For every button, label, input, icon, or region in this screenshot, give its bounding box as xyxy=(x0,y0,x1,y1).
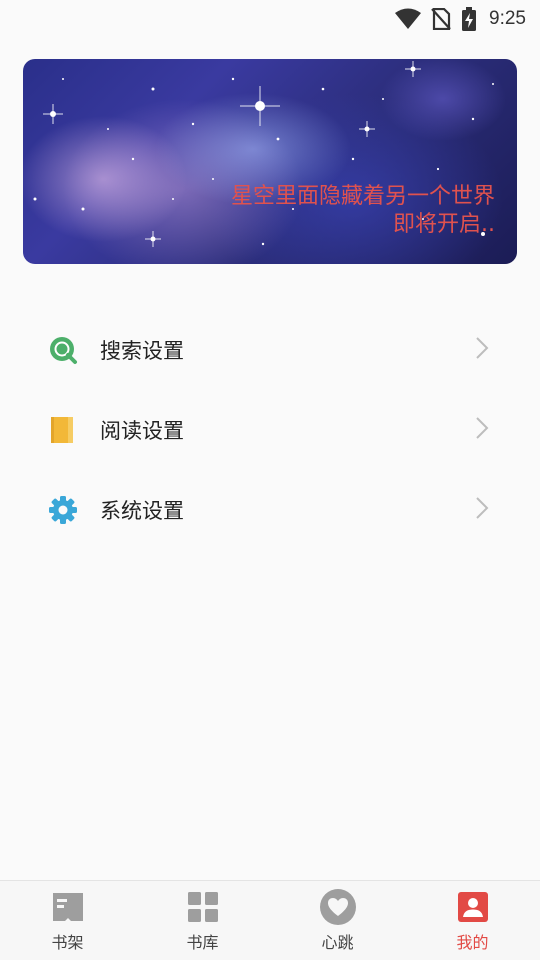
banner-caption: 星空里面隐藏着另一个世界 即将开启.. xyxy=(231,183,495,239)
bookshelf-icon xyxy=(50,889,86,925)
status-bar: 9:25 xyxy=(0,0,540,38)
chevron-right-icon xyxy=(474,416,490,444)
status-time: 9:25 xyxy=(489,8,526,29)
nav-item-bookshelf[interactable]: 书架 xyxy=(0,881,135,960)
banner-caption-line2: 即将开启.. xyxy=(393,212,495,237)
search-icon xyxy=(48,335,78,365)
menu-item-system-settings[interactable]: 系统设置 xyxy=(0,470,540,550)
profile-icon xyxy=(455,889,491,925)
settings-menu: 搜索设置 阅读设置 系统设置 xyxy=(0,310,540,550)
menu-label: 系统设置 xyxy=(100,499,184,523)
banner-caption-line1: 星空里面隐藏着另一个世界 xyxy=(230,184,495,209)
bottom-nav: 书架 书库 心跳 我的 xyxy=(0,880,540,960)
grid-icon xyxy=(185,889,221,925)
nav-item-heartbeat[interactable]: 心跳 xyxy=(270,881,405,960)
nav-item-library[interactable]: 书库 xyxy=(135,881,270,960)
battery-charging-icon xyxy=(461,7,477,31)
nav-label: 书架 xyxy=(51,933,84,952)
menu-label: 搜索设置 xyxy=(100,339,184,363)
chevron-right-icon xyxy=(474,496,490,524)
chevron-right-icon xyxy=(474,336,490,364)
nav-label: 我的 xyxy=(456,933,489,952)
gear-icon xyxy=(48,495,78,525)
menu-item-search-settings[interactable]: 搜索设置 xyxy=(0,310,540,390)
no-sim-icon xyxy=(431,8,451,30)
nav-label: 书库 xyxy=(186,933,219,952)
menu-label: 阅读设置 xyxy=(100,419,184,443)
nav-label: 心跳 xyxy=(321,933,354,952)
wifi-icon xyxy=(395,8,422,30)
heart-icon xyxy=(319,889,356,925)
book-icon xyxy=(48,415,78,445)
menu-item-reading-settings[interactable]: 阅读设置 xyxy=(0,390,540,470)
nav-item-mine[interactable]: 我的 xyxy=(405,881,540,960)
banner-image[interactable]: 星空里面隐藏着另一个世界 即将开启.. xyxy=(23,59,517,264)
